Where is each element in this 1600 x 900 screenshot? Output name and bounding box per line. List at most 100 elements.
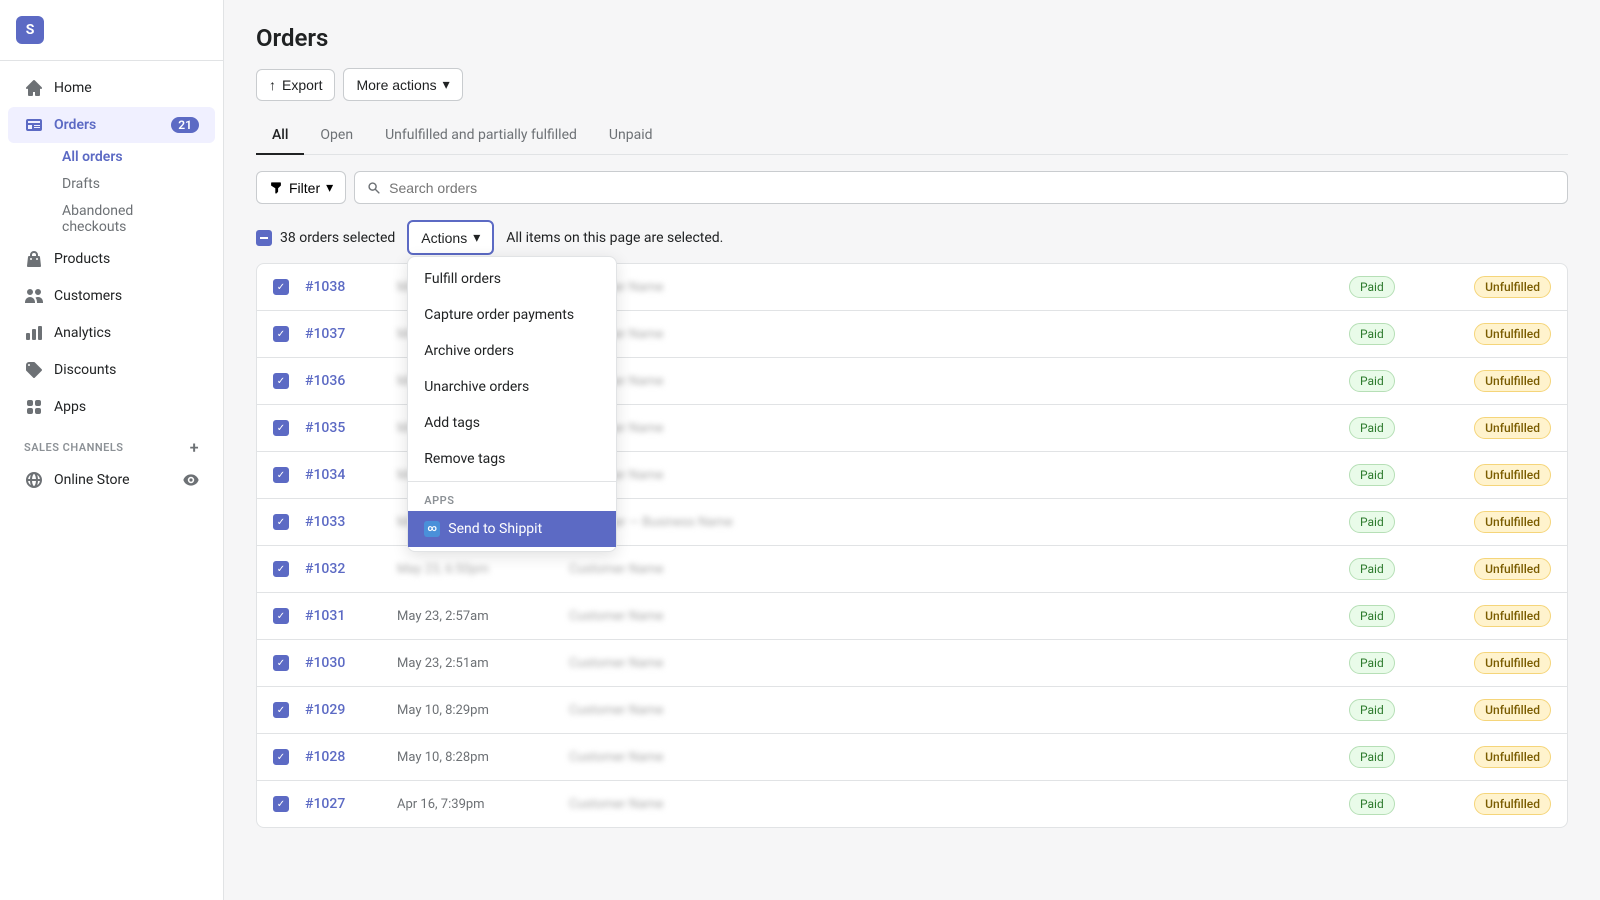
sidebar-item-orders-label: Orders — [54, 117, 96, 133]
search-box[interactable] — [354, 171, 1568, 204]
table-row: ✓ #1031 May 23, 2:57am Customer Name Pai… — [257, 593, 1567, 640]
row-checkbox[interactable]: ✓ — [273, 749, 289, 765]
order-id[interactable]: #1029 — [305, 702, 385, 718]
dropdown-item-shippit[interactable]: ∞ Send to Shippit — [408, 511, 616, 547]
page-toolbar: ↑ Export More actions ▾ — [256, 68, 1568, 101]
sidebar-item-products[interactable]: Products — [8, 241, 215, 277]
row-checkbox[interactable]: ✓ — [273, 420, 289, 436]
sidebar-logo: S — [0, 0, 223, 61]
order-customer: Customer Name — [569, 750, 1337, 765]
tab-unfulfilled[interactable]: Unfulfilled and partially fulfilled — [369, 117, 593, 155]
order-customer: Customer Name — [569, 374, 1337, 389]
row-checkbox[interactable]: ✓ — [273, 467, 289, 483]
table-row: ✓ #1027 Apr 16, 7:39pm Customer Name Pai… — [257, 781, 1567, 827]
sidebar-item-customers[interactable]: Customers — [8, 278, 215, 314]
status-badge: Unfulfilled — [1474, 699, 1551, 721]
dropdown-item-unarchive[interactable]: Unarchive orders — [408, 369, 616, 405]
row-checkbox[interactable]: ✓ — [273, 561, 289, 577]
sidebar-item-apps[interactable]: Apps — [8, 389, 215, 425]
online-store-settings-icon[interactable] — [183, 472, 199, 488]
table-row: ✓ #1030 May 23, 2:51am Customer Name Pai… — [257, 640, 1567, 687]
order-customer: Customer Name — [569, 656, 1337, 671]
order-id[interactable]: #1038 — [305, 279, 385, 295]
row-checkbox[interactable]: ✓ — [273, 514, 289, 530]
select-all-checkbox[interactable] — [256, 230, 272, 246]
discounts-icon — [24, 360, 44, 380]
order-date: May 23, 2:57am — [397, 609, 557, 624]
main-content-area: Orders ↑ Export More actions ▾ All Open … — [224, 0, 1600, 900]
order-id[interactable]: #1036 — [305, 373, 385, 389]
more-actions-label: More actions — [356, 77, 436, 93]
add-sales-channel-button[interactable]: + — [190, 438, 199, 457]
dropdown-item-remove-tags[interactable]: Remove tags — [408, 441, 616, 477]
orders-icon — [24, 115, 44, 135]
dropdown-item-archive[interactable]: Archive orders — [408, 333, 616, 369]
order-id[interactable]: #1037 — [305, 326, 385, 342]
status-badge: Unfulfilled — [1474, 746, 1551, 768]
order-id[interactable]: #1032 — [305, 561, 385, 577]
order-customer: Customer Name — [569, 703, 1337, 718]
tab-open[interactable]: Open — [304, 117, 369, 155]
row-checkbox[interactable]: ✓ — [273, 655, 289, 671]
actions-label: Actions — [421, 230, 467, 246]
table-row: ✓ #1032 May 23, 6:50pm Customer Name Pai… — [257, 546, 1567, 593]
order-customer: Customer Name — [569, 609, 1337, 624]
row-checkbox[interactable]: ✓ — [273, 796, 289, 812]
status-badge: Unfulfilled — [1474, 276, 1551, 298]
orders-subnav: All orders Drafts Abandoned checkouts — [0, 144, 223, 240]
tab-all[interactable]: All — [256, 117, 304, 155]
order-id[interactable]: #1031 — [305, 608, 385, 624]
payment-badge: Paid — [1349, 605, 1395, 627]
selection-info: All items on this page are selected. — [506, 230, 723, 246]
export-button[interactable]: ↑ Export — [256, 69, 335, 101]
order-id[interactable]: #1034 — [305, 467, 385, 483]
actions-button[interactable]: Actions ▾ — [407, 220, 494, 255]
dropdown-divider — [408, 481, 616, 482]
dropdown-item-capture[interactable]: Capture order payments — [408, 297, 616, 333]
more-actions-button[interactable]: More actions ▾ — [343, 68, 462, 101]
payment-badge: Paid — [1349, 323, 1395, 345]
search-icon — [367, 181, 381, 195]
checkbox-dash-icon — [260, 237, 268, 239]
row-checkbox[interactable]: ✓ — [273, 702, 289, 718]
row-checkbox[interactable]: ✓ — [273, 279, 289, 295]
sidebar-item-analytics-label: Analytics — [54, 325, 111, 341]
row-checkbox[interactable]: ✓ — [273, 373, 289, 389]
status-badge: Unfulfilled — [1474, 464, 1551, 486]
dropdown-item-add-tags[interactable]: Add tags — [408, 405, 616, 441]
sidebar-item-abandoned-checkouts[interactable]: Abandoned checkouts — [54, 198, 215, 240]
analytics-icon — [24, 323, 44, 343]
order-id[interactable]: #1027 — [305, 796, 385, 812]
sidebar-item-online-store[interactable]: Online Store — [8, 462, 215, 498]
tab-unpaid[interactable]: Unpaid — [593, 117, 669, 155]
actions-dropdown-menu: Fulfill orders Capture order payments Ar… — [407, 256, 617, 552]
order-id[interactable]: #1028 — [305, 749, 385, 765]
sidebar-item-home[interactable]: Home — [8, 70, 215, 106]
sidebar-item-online-store-label: Online Store — [54, 472, 130, 488]
sidebar-item-orders[interactable]: Orders 21 — [8, 107, 215, 143]
row-checkbox[interactable]: ✓ — [273, 608, 289, 624]
status-badge: Unfulfilled — [1474, 652, 1551, 674]
order-id[interactable]: #1033 — [305, 514, 385, 530]
filter-button[interactable]: Filter ▾ — [256, 171, 346, 204]
payment-badge: Paid — [1349, 699, 1395, 721]
search-input[interactable] — [389, 180, 1555, 196]
sidebar-item-analytics[interactable]: Analytics — [8, 315, 215, 351]
order-id[interactable]: #1035 — [305, 420, 385, 436]
sidebar-item-drafts[interactable]: Drafts — [54, 171, 215, 197]
order-date: May 23, 2:51am — [397, 656, 557, 671]
order-customer: Customer Name — [569, 280, 1337, 295]
export-label: Export — [282, 77, 322, 93]
sidebar-item-all-orders[interactable]: All orders — [54, 144, 215, 170]
order-date: Apr 16, 7:39pm — [397, 797, 557, 812]
dropdown-item-fulfill[interactable]: Fulfill orders — [408, 261, 616, 297]
store-icon: S — [16, 16, 44, 44]
order-id[interactable]: #1030 — [305, 655, 385, 671]
filter-bar: Filter ▾ — [256, 171, 1568, 204]
order-tabs: All Open Unfulfilled and partially fulfi… — [256, 117, 1568, 155]
row-checkbox[interactable]: ✓ — [273, 326, 289, 342]
sidebar-item-discounts[interactable]: Discounts — [8, 352, 215, 388]
status-badge: Unfulfilled — [1474, 370, 1551, 392]
sidebar-item-products-label: Products — [54, 251, 110, 267]
status-badge: Unfulfilled — [1474, 793, 1551, 815]
